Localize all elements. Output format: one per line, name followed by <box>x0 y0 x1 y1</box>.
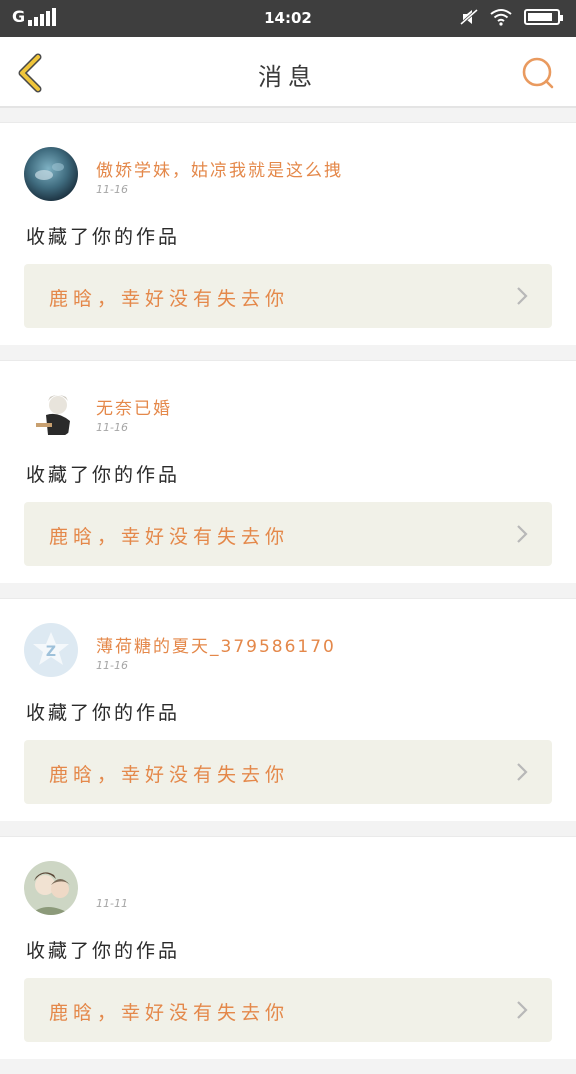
work-link[interactable]: 鹿晗，幸好没有失去你 <box>24 740 552 804</box>
action-text: 收藏了你的作品 <box>26 940 181 962</box>
action-text: 收藏了你的作品 <box>26 702 181 724</box>
page-title: 消息 <box>258 63 318 91</box>
avatar-photo[interactable] <box>24 147 78 201</box>
username[interactable]: 傲娇学妹，姑凉我就是这么拽 <box>96 156 343 181</box>
work-title: 鹿晗，幸好没有失去你 <box>49 1002 290 1024</box>
chevron-right-icon <box>517 525 528 543</box>
status-bar: G 14:02 <box>0 0 576 37</box>
list-item: 无奈已婚 11-16 收藏了你的作品 鹿晗，幸好没有失去你 <box>0 360 576 583</box>
avatar-default-z[interactable]: Z <box>24 623 78 677</box>
list-item: 11-11 收藏了你的作品 鹿晗，幸好没有失去你 <box>0 836 576 1059</box>
work-link[interactable]: 鹿晗，幸好没有失去你 <box>24 502 552 566</box>
avatar-anime[interactable] <box>24 385 78 439</box>
action-text: 收藏了你的作品 <box>26 226 181 248</box>
chevron-right-icon <box>517 287 528 305</box>
list-item: Z 薄荷糖的夏天_379586170 11-16 收藏了你的作品 鹿晗，幸好没有… <box>0 598 576 821</box>
message-date: 11-16 <box>96 659 128 672</box>
message-list: 傲娇学妹，姑凉我就是这么拽 11-16 收藏了你的作品 鹿晗，幸好没有失去你 无… <box>0 122 576 1074</box>
nav-bar: 消息 <box>0 37 576 108</box>
list-item: 傲娇学妹，姑凉我就是这么拽 11-16 收藏了你的作品 鹿晗，幸好没有失去你 <box>0 122 576 345</box>
mute-icon <box>460 8 478 26</box>
avatar-anime-couple[interactable] <box>24 861 78 915</box>
chevron-right-icon <box>517 1001 528 1019</box>
message-date: 11-16 <box>96 421 128 434</box>
work-link[interactable]: 鹿晗，幸好没有失去你 <box>24 978 552 1042</box>
username[interactable]: 无奈已婚 <box>96 394 172 419</box>
work-link[interactable]: 鹿晗，幸好没有失去你 <box>24 264 552 328</box>
username[interactable]: 薄荷糖的夏天_379586170 <box>96 632 336 657</box>
action-text: 收藏了你的作品 <box>26 464 181 486</box>
wifi-icon <box>490 9 512 26</box>
message-date: 11-16 <box>96 183 128 196</box>
work-title: 鹿晗，幸好没有失去你 <box>49 764 290 786</box>
work-title: 鹿晗，幸好没有失去你 <box>49 288 290 310</box>
work-title: 鹿晗，幸好没有失去你 <box>49 526 290 548</box>
svg-text:Z: Z <box>46 644 56 660</box>
message-date: 11-11 <box>96 897 128 910</box>
battery-icon <box>524 9 563 25</box>
chevron-right-icon <box>517 763 528 781</box>
search-icon[interactable] <box>520 55 556 91</box>
